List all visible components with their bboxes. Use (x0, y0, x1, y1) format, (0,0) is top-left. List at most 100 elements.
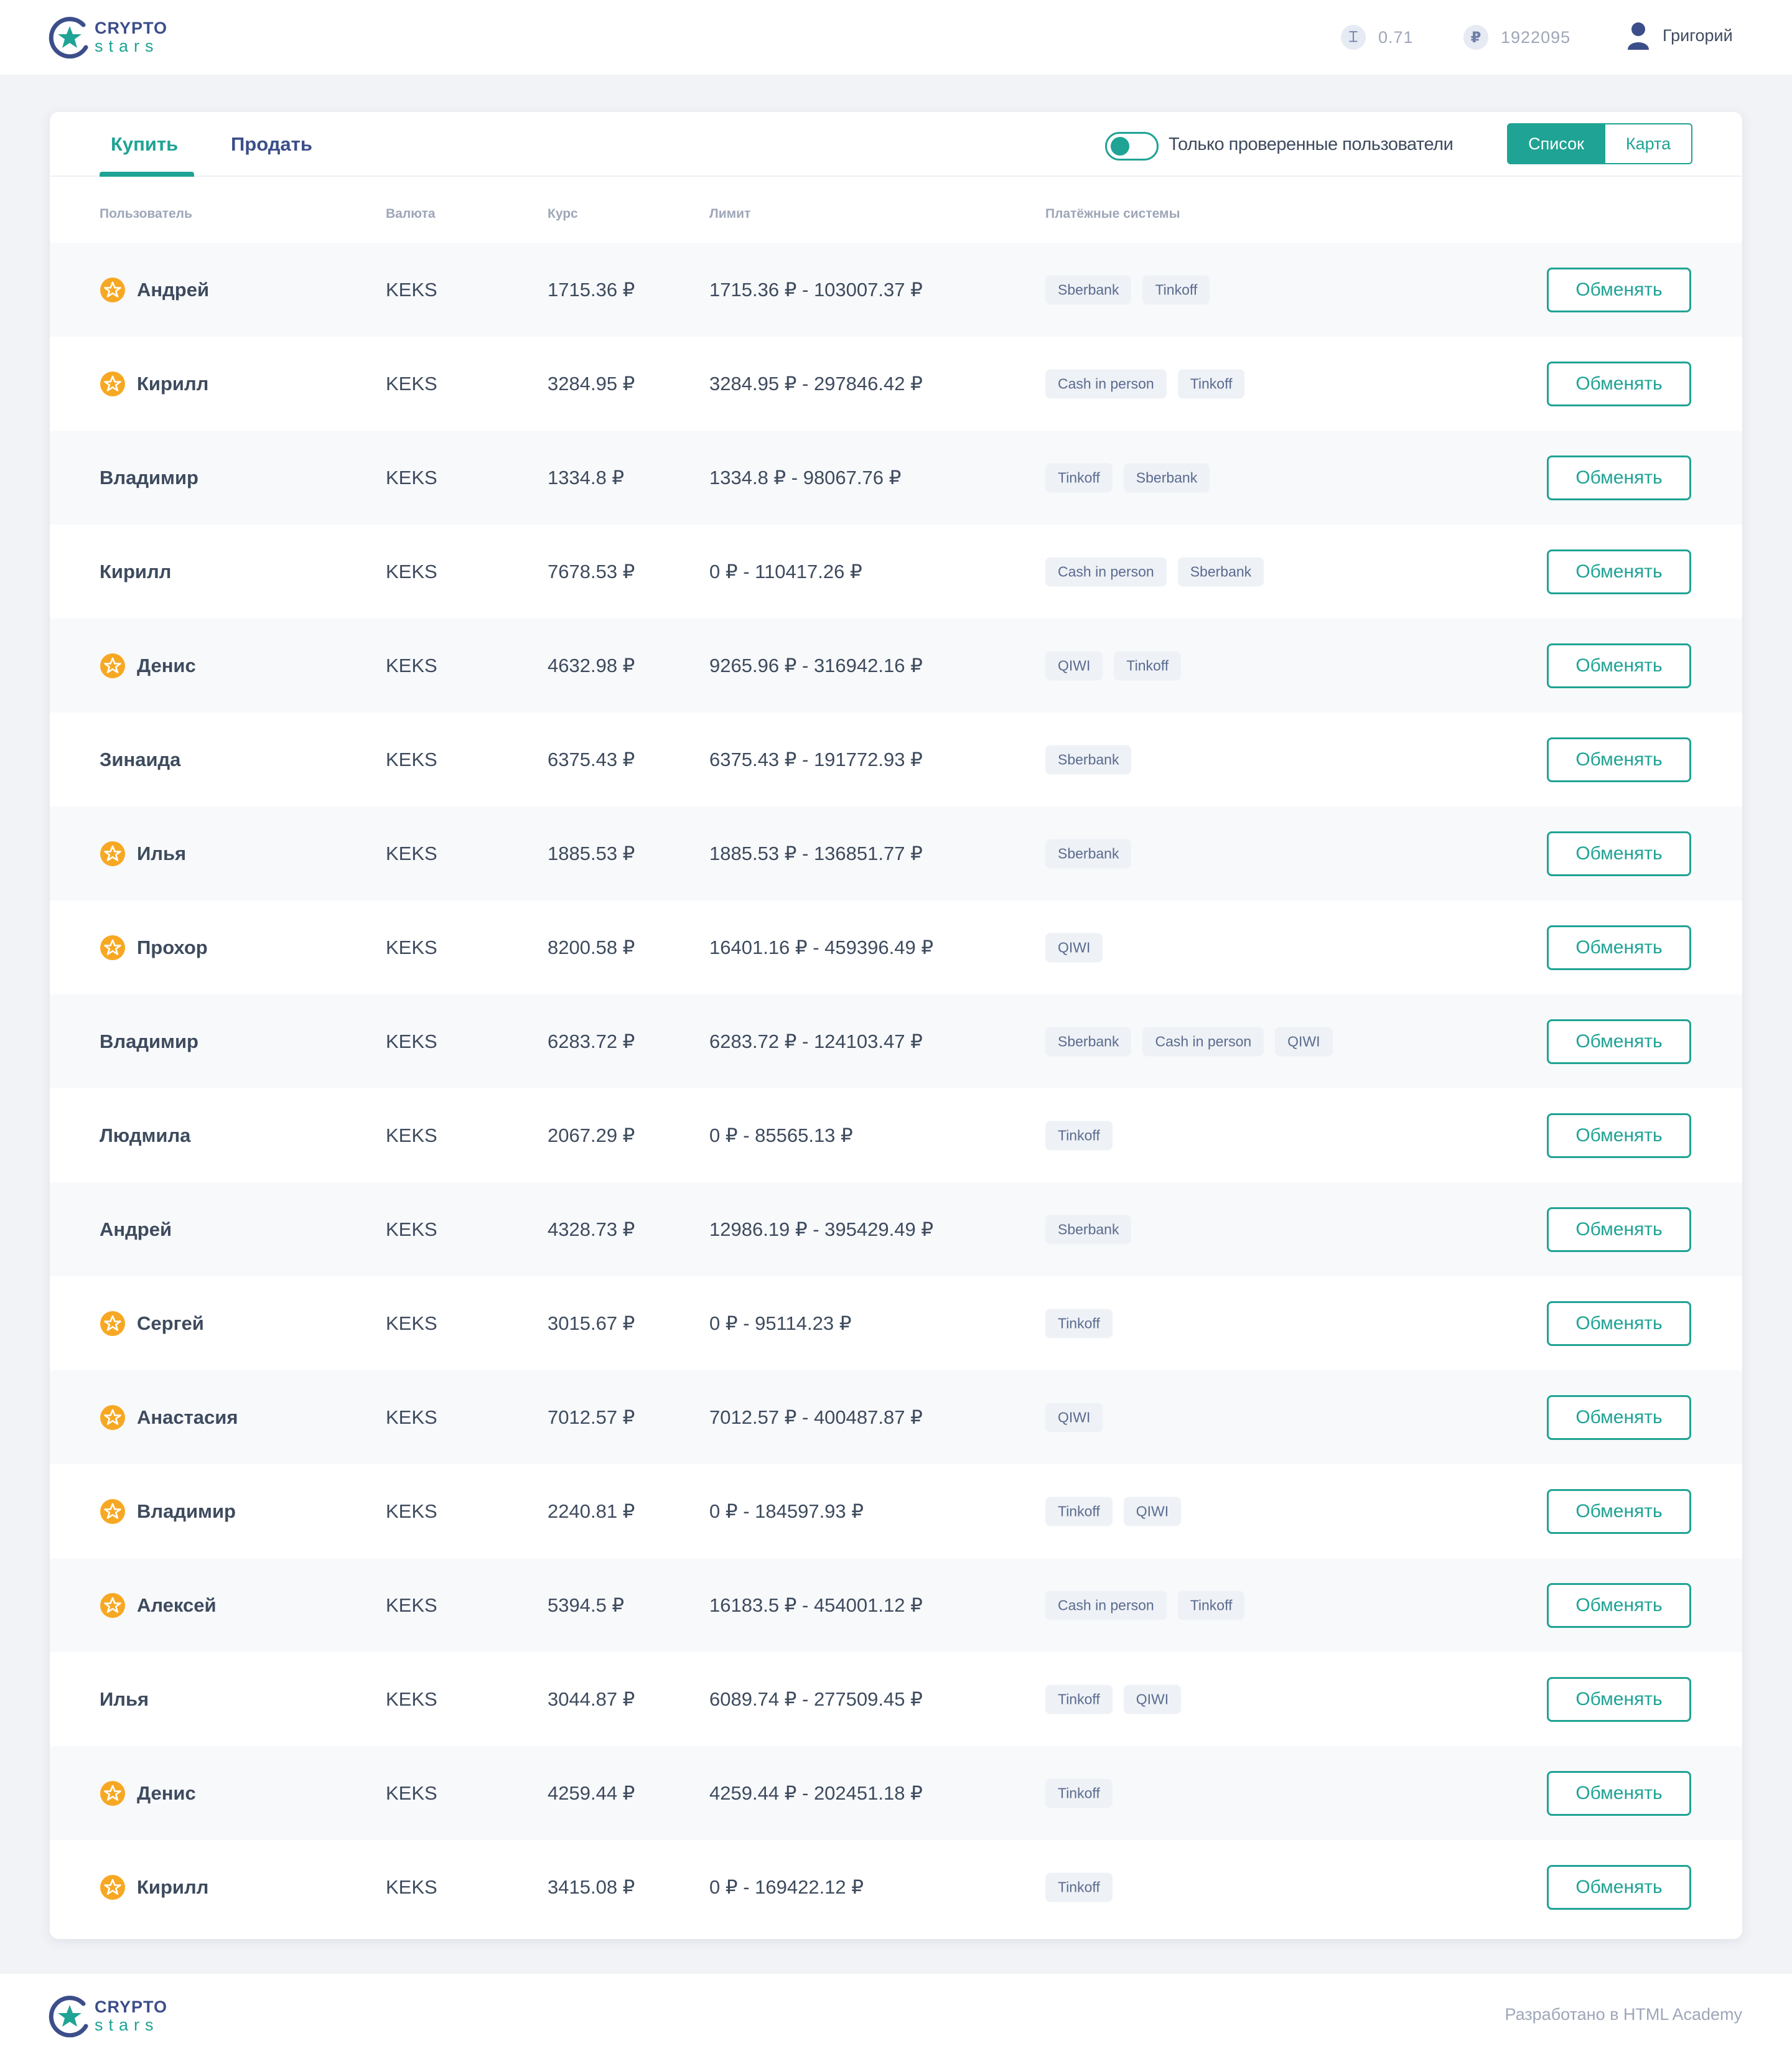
currency-cell: KEKS (386, 748, 437, 770)
user-cell: Кирилл (100, 1874, 208, 1900)
limit-cell: 0 ₽ - 110417.26 ₽ (709, 560, 862, 582)
list-view-button[interactable]: Список (1507, 123, 1605, 164)
user-menu[interactable]: Григорий (1626, 21, 1733, 50)
payment-systems-cell: Tinkoff (1045, 1872, 1113, 1902)
rate-cell: 6283.72 ₽ (548, 1030, 635, 1052)
limit-cell: 16401.16 ₽ - 459396.49 ₽ (709, 936, 934, 958)
verified-star-icon (100, 1592, 126, 1619)
rate-cell: 2240.81 ₽ (548, 1500, 635, 1522)
user-name: Владимир (100, 466, 198, 488)
user-cell: Илья (100, 841, 186, 867)
exchange-button[interactable]: Обменять (1547, 925, 1691, 970)
payment-badge: Tinkoff (1045, 1872, 1113, 1902)
exchange-button[interactable]: Обменять (1547, 643, 1691, 688)
user-cell: Сергей (100, 1311, 204, 1337)
payment-badge: Cash in person (1142, 1027, 1264, 1056)
payment-badge: Cash in person (1045, 369, 1167, 398)
table-row: Кирилл KEKS 3284.95 ₽ 3284.95 ₽ - 297846.42… (50, 337, 1742, 431)
brand-logo[interactable]: CRYPTO stars (49, 16, 167, 59)
rate-cell: 3044.87 ₽ (548, 1688, 635, 1710)
payment-systems-cell: Cash in person Sberbank (1045, 557, 1264, 586)
user-avatar-icon (1628, 22, 1649, 50)
tab-buy[interactable]: Купить (111, 133, 178, 156)
exchange-button[interactable]: Обменять (1547, 1113, 1691, 1158)
payment-badge: QIWI (1045, 651, 1103, 680)
table-row: Владимир KEKS 6283.72 ₽ 6283.72 ₽ - 124103.… (50, 994, 1742, 1088)
ruble-icon: ₽ (1463, 25, 1488, 50)
limit-cell: 6375.43 ₽ - 191772.93 ₽ (709, 748, 923, 770)
limit-cell: 7012.57 ₽ - 400487.87 ₽ (709, 1406, 923, 1428)
user-name: Сергей (137, 1312, 204, 1334)
payment-badge: Tinkoff (1045, 463, 1113, 492)
rate-cell: 7678.53 ₽ (548, 560, 635, 582)
payment-systems-cell: Tinkoff (1045, 1121, 1113, 1150)
verified-star-icon (100, 1780, 126, 1806)
rate-cell: 3415.08 ₽ (548, 1876, 635, 1898)
table-row: Алексей KEKS 5394.5 ₽ 16183.5 ₽ - 454001.12… (50, 1558, 1742, 1652)
map-view-button[interactable]: Карта (1605, 123, 1692, 164)
col-header-rate: Курс (548, 207, 578, 221)
exchange-button[interactable]: Обменять (1547, 1676, 1691, 1722)
exchange-button[interactable]: Обменять (1547, 1207, 1691, 1252)
user-name: Прохор (137, 936, 208, 958)
payment-badge: Sberbank (1045, 1215, 1132, 1244)
keks-currency-icon: ⌶ (1341, 25, 1366, 50)
table-row: Владимир KEKS 2240.81 ₽ 0 ₽ - 184597.93 ₽ Ti… (50, 1464, 1742, 1558)
payment-systems-cell: Sberbank (1045, 1215, 1132, 1244)
exchange-button[interactable]: Обменять (1547, 1019, 1691, 1064)
user-name: Владимир (137, 1500, 236, 1522)
exchange-button[interactable]: Обменять (1547, 1488, 1691, 1534)
currency-cell: KEKS (386, 278, 437, 301)
exchange-button[interactable]: Обменять (1547, 1864, 1691, 1910)
currency-cell: KEKS (386, 1876, 437, 1898)
table-row: Людмила KEKS 2067.29 ₽ 0 ₽ - 85565.13 ₽ Tink… (50, 1088, 1742, 1182)
verified-star-icon (100, 1311, 126, 1337)
user-cell: Владимир (100, 1498, 236, 1525)
exchange-button[interactable]: Обменять (1547, 831, 1691, 876)
user-cell: Илья (100, 1688, 149, 1711)
payment-systems-cell: Tinkoff Sberbank (1045, 463, 1210, 492)
limit-cell: 16183.5 ₽ - 454001.12 ₽ (709, 1594, 923, 1616)
verified-star-icon (100, 935, 126, 961)
exchange-button[interactable]: Обменять (1547, 1770, 1691, 1816)
verified-star-icon (100, 277, 126, 303)
ruble-balance: ₽ 1922095 (1463, 25, 1570, 50)
limit-cell: 0 ₽ - 85565.13 ₽ (709, 1124, 853, 1146)
rate-cell: 1334.8 ₽ (548, 466, 625, 488)
table-row: Кирилл KEKS 3415.08 ₽ 0 ₽ - 169422.12 ₽ Tink… (50, 1840, 1742, 1934)
tab-sell[interactable]: Продать (231, 133, 312, 156)
payment-systems-cell: Tinkoff (1045, 1309, 1113, 1338)
active-tab-indicator (100, 172, 194, 177)
exchange-button[interactable]: Обменять (1547, 737, 1691, 782)
footer-credit-link[interactable]: Разработано в HTML Academy (1505, 2005, 1742, 2024)
currency-cell: KEKS (386, 560, 437, 582)
verified-only-toggle[interactable] (1105, 132, 1159, 161)
user-cell: Владимир (100, 1030, 198, 1053)
payment-badge: Sberbank (1045, 1027, 1132, 1056)
exchange-button[interactable]: Обменять (1547, 455, 1691, 500)
exchange-button[interactable]: Обменять (1547, 267, 1691, 312)
exchange-button[interactable]: Обменять (1547, 1582, 1691, 1628)
limit-cell: 1334.8 ₽ - 98067.76 ₽ (709, 466, 902, 488)
exchange-button[interactable]: Обменять (1547, 549, 1691, 594)
currency-cell: KEKS (386, 1218, 437, 1240)
payment-badge: Tinkoff (1177, 369, 1245, 398)
currency-cell: KEKS (386, 936, 437, 958)
exchange-button[interactable]: Обменять (1547, 1301, 1691, 1346)
keks-balance-value: 0.71 (1378, 27, 1414, 47)
currency-cell: KEKS (386, 1500, 437, 1522)
table-row: Прохор KEKS 8200.58 ₽ 16401.16 ₽ - 459396.4… (50, 900, 1742, 994)
offers-card: Купить Продать Только проверенные пользо… (50, 112, 1742, 1939)
limit-cell: 0 ₽ - 95114.23 ₽ (709, 1312, 852, 1334)
user-cell: Андрей (100, 1218, 172, 1241)
payment-systems-cell: Sberbank (1045, 839, 1132, 868)
exchange-button[interactable]: Обменять (1547, 361, 1691, 406)
user-name: Владимир (100, 1030, 198, 1052)
exchange-button[interactable]: Обменять (1547, 1395, 1691, 1440)
currency-cell: KEKS (386, 1688, 437, 1710)
limit-cell: 3284.95 ₽ - 297846.42 ₽ (709, 372, 923, 395)
payment-badge: QIWI (1275, 1027, 1333, 1056)
payment-badge: Sberbank (1177, 557, 1264, 586)
payment-badge: QIWI (1045, 933, 1103, 962)
footer-logo[interactable]: CRYPTO stars (49, 1995, 167, 2038)
